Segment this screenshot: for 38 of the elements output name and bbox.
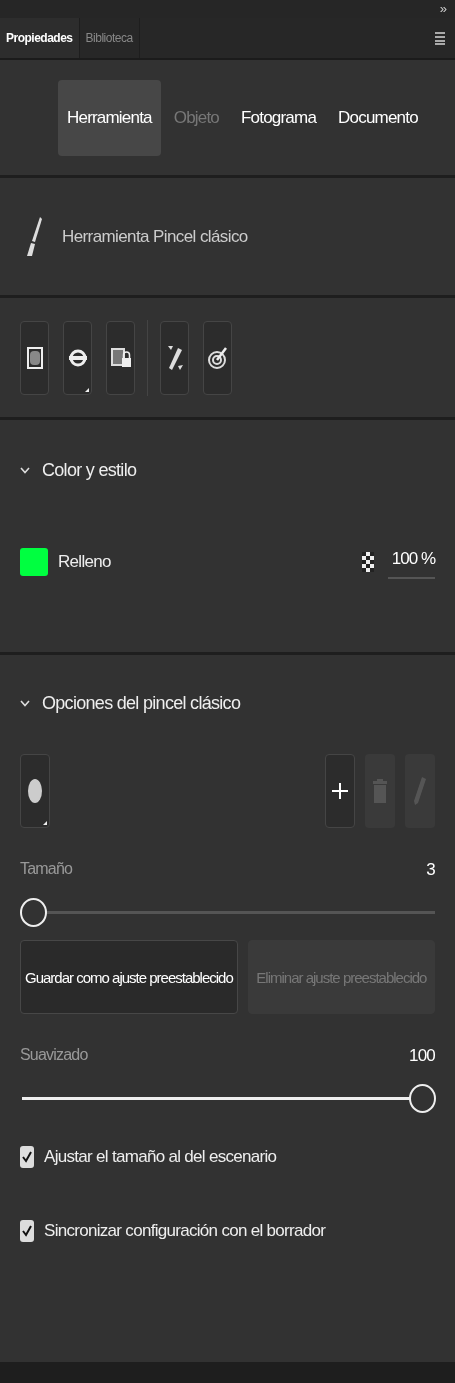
smoothing-label: Suavizado — [20, 1046, 88, 1065]
opacity-field[interactable]: 100 % — [387, 545, 435, 579]
target-button[interactable] — [203, 320, 232, 395]
mode-tab[interactable]: Herramienta — [58, 79, 161, 156]
pencil-icon — [414, 777, 426, 805]
panel-tab[interactable]: Propiedades — [0, 18, 80, 58]
brush-shape-icon — [27, 777, 43, 805]
option-label: Ajustar el tamaño al del escenario — [44, 1147, 277, 1167]
preset-button[interactable]: Guardar como ajuste preestablecido — [20, 940, 238, 1014]
plus-icon — [332, 783, 348, 799]
object-drawing-button[interactable] — [20, 320, 49, 395]
chevron-icon[interactable] — [20, 700, 30, 707]
expand-glyph[interactable]: » — [439, 2, 447, 16]
menu-icon[interactable] — [435, 31, 445, 45]
size-label: Tamaño — [20, 860, 73, 879]
rounded-rectangle-icon — [26, 345, 43, 370]
brush-shape-button[interactable] — [20, 754, 50, 828]
option-label: Sincronizar configuración con el borrador — [44, 1221, 326, 1241]
tool-name: Herramienta Pincel clásico — [62, 226, 248, 247]
checkbox[interactable] — [20, 1220, 34, 1242]
fill-label: Relleno — [58, 552, 111, 572]
brush-icon — [26, 215, 42, 258]
section-title: Color y estilo — [42, 460, 137, 481]
pencil-arrows-icon — [165, 343, 184, 372]
transparency-icon — [361, 552, 374, 572]
checkbox[interactable] — [20, 1146, 34, 1168]
smoothing-value[interactable]: 100 — [409, 1046, 435, 1066]
sync-button[interactable] — [63, 320, 92, 395]
pencil-arrows-button[interactable] — [160, 320, 189, 395]
mode-tab[interactable]: Documento — [329, 79, 427, 156]
lock-button[interactable] — [106, 320, 135, 395]
mode-tab[interactable]: Fotograma — [232, 79, 326, 156]
fill-swatch[interactable] — [20, 548, 48, 576]
chevron-icon[interactable] — [20, 467, 30, 474]
add-button[interactable] — [325, 754, 355, 828]
trash-icon — [373, 778, 387, 804]
size-value[interactable]: 3 — [426, 860, 435, 880]
section-title: Opciones del pincel clásico — [42, 693, 241, 714]
